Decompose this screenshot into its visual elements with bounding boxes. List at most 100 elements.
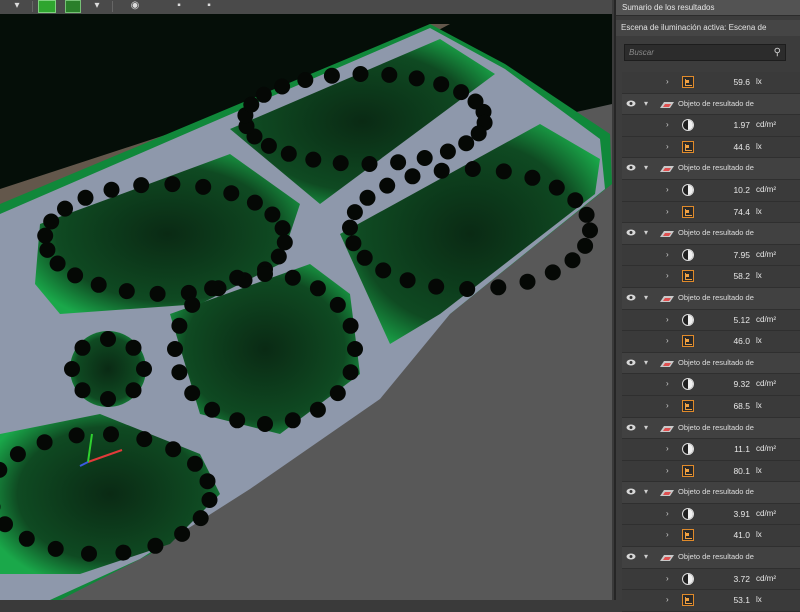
tree <box>257 266 273 282</box>
result-object-group[interactable]: ▾ Objeto de resultado de <box>622 158 800 180</box>
chevron-right-icon[interactable]: › <box>666 202 669 222</box>
result-object-group[interactable]: ▾ Objeto de resultado de <box>622 223 800 245</box>
result-object-label: Objeto de resultado de <box>678 98 754 108</box>
result-object-group[interactable]: ▾ Objeto de resultado de <box>622 352 800 375</box>
chevron-down-icon[interactable]: ▾ <box>644 158 648 178</box>
tree <box>342 317 359 334</box>
active-scene-selector[interactable]: Escena de iluminación activa: Escena de <box>616 20 800 36</box>
luminance-result-row[interactable]: › 3.72 cd/m² <box>622 568 800 591</box>
3d-viewport[interactable] <box>0 14 612 600</box>
chevron-right-icon[interactable]: › <box>666 115 669 135</box>
chevron-down-icon[interactable]: ▾ <box>644 223 648 243</box>
chevron-right-icon[interactable]: › <box>666 72 669 92</box>
chevron-right-icon[interactable]: › <box>666 396 669 416</box>
chevron-down-icon[interactable]: ▾ <box>644 418 648 438</box>
result-object-group[interactable]: ▾ Objeto de resultado de <box>622 417 800 440</box>
chevron-right-icon[interactable]: › <box>666 374 669 394</box>
chevron-right-icon[interactable]: › <box>666 180 669 200</box>
tree <box>408 70 425 87</box>
visibility-eye-icon[interactable] <box>626 359 636 366</box>
tree <box>416 150 433 166</box>
luminance-result-row[interactable]: › 9.32 cd/m² <box>622 374 800 396</box>
luminance-result-row[interactable]: › 11.1 cd/m² <box>622 439 800 461</box>
search-icon[interactable]: ⚲ <box>774 45 781 60</box>
result-object-group[interactable]: ▾ Objeto de resultado de <box>622 482 800 504</box>
illuminance-result-row[interactable]: › 58.2 lx <box>622 266 800 288</box>
visibility-eye-icon[interactable] <box>626 294 636 301</box>
illuminance-result-row[interactable]: › 44.6 lx <box>622 136 800 159</box>
chevron-right-icon[interactable]: › <box>666 525 669 545</box>
chevron-right-icon[interactable]: › <box>666 590 669 610</box>
color-green-light-button[interactable] <box>64 0 82 13</box>
tree <box>495 163 512 180</box>
luminance-result-row[interactable]: › 10.2 cd/m² <box>622 179 800 202</box>
luminance-result-row[interactable]: › 5.12 cd/m² <box>622 309 800 332</box>
result-value: 5.12 <box>733 314 750 325</box>
tree <box>136 431 153 448</box>
tree <box>404 168 421 185</box>
tree <box>9 446 26 463</box>
result-unit: lx <box>756 336 762 346</box>
illuminance-result-row[interactable]: › 80.1 lx <box>622 460 800 483</box>
chevron-down-icon[interactable]: ▾ <box>644 94 648 114</box>
result-unit: cd/m² <box>756 508 776 518</box>
result-object-group[interactable]: ▾ Objeto de resultado de <box>622 547 800 569</box>
chevron-down-icon[interactable]: ▾ <box>644 547 648 567</box>
result-object-icon <box>660 166 674 173</box>
tree <box>280 145 297 162</box>
tree <box>578 206 595 223</box>
chevron-down-icon[interactable]: ▾ <box>644 288 648 308</box>
result-value: 1.97 <box>733 120 750 131</box>
color-green-button[interactable] <box>38 0 56 13</box>
lighting-scene-render[interactable] <box>0 14 612 600</box>
tree <box>305 151 322 168</box>
luminance-result-row[interactable]: › 3.91 cd/m² <box>622 503 800 526</box>
search-box[interactable]: ⚲ <box>624 44 786 61</box>
result-object-group[interactable]: ▾ Objeto de resultado de <box>622 93 800 116</box>
chevron-right-icon[interactable]: › <box>666 461 669 481</box>
chevron-right-icon[interactable]: › <box>666 310 669 330</box>
grid-icon[interactable]: ▪ <box>172 0 186 12</box>
illuminance-result-row[interactable]: › 68.5 lx <box>622 395 800 418</box>
chevron-right-icon[interactable]: › <box>666 569 669 589</box>
tree <box>74 382 91 399</box>
chevron-down-icon[interactable]: ▾ <box>644 482 648 502</box>
tree <box>171 317 188 334</box>
chevron-right-icon[interactable]: › <box>666 504 669 524</box>
luminance-result-row[interactable]: › 7.95 cd/m² <box>622 244 800 267</box>
illuminance-result-row[interactable]: › 59.6 lx <box>622 72 800 94</box>
chevron-right-icon[interactable]: › <box>666 439 669 459</box>
chevron-down-icon[interactable]: ▾ <box>92 0 102 12</box>
display-icon[interactable]: ▪ <box>202 0 216 12</box>
visibility-eye-icon[interactable] <box>626 100 636 107</box>
tree <box>36 434 53 451</box>
illuminance-result-row[interactable]: › 41.0 lx <box>622 525 800 548</box>
chevron-right-icon[interactable]: › <box>666 331 669 351</box>
luminance-result-row[interactable]: › 1.97 cd/m² <box>622 115 800 137</box>
camera-icon[interactable]: ◉ <box>128 0 142 12</box>
toolbar-dropdown-icon[interactable]: ▾ <box>14 0 19 12</box>
chevron-down-icon[interactable]: ▾ <box>644 353 648 373</box>
tree <box>77 189 94 206</box>
visibility-eye-icon[interactable] <box>626 164 636 171</box>
tree <box>100 391 116 407</box>
chevron-right-icon[interactable]: › <box>666 266 669 286</box>
result-unit: lx <box>756 77 762 86</box>
tree <box>223 185 240 202</box>
chevron-right-icon[interactable]: › <box>666 245 669 265</box>
tree <box>274 78 291 95</box>
illuminance-result-row[interactable]: › 74.4 lx <box>622 201 800 224</box>
tree <box>276 234 293 251</box>
visibility-eye-icon[interactable] <box>626 424 636 431</box>
illuminance-result-row[interactable]: › 46.0 lx <box>622 331 800 353</box>
search-input[interactable] <box>629 46 759 58</box>
illuminance-result-row[interactable]: › 53.1 lx <box>622 590 800 612</box>
visibility-eye-icon[interactable] <box>626 488 636 495</box>
tree <box>74 339 91 356</box>
tree <box>433 162 450 179</box>
visibility-eye-icon[interactable] <box>626 553 636 560</box>
chevron-right-icon[interactable]: › <box>666 137 669 157</box>
visibility-eye-icon[interactable] <box>626 229 636 236</box>
result-object-group[interactable]: ▾ Objeto de resultado de <box>622 287 800 310</box>
tree <box>490 279 507 296</box>
